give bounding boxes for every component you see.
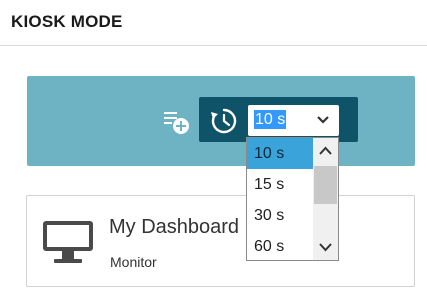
- interval-option-15s[interactable]: 15 s: [247, 169, 313, 200]
- page-title: KIOSK MODE: [11, 12, 123, 31]
- dashboard-subtitle: Monitor: [110, 254, 157, 270]
- scroll-down-button[interactable]: [313, 235, 338, 260]
- interval-select[interactable]: 10 s: [248, 105, 339, 136]
- chevron-up-icon: [319, 146, 332, 155]
- clock-icon: [210, 107, 238, 135]
- interval-dropdown-list: 10 s 15 s 30 s 60 s: [246, 137, 339, 261]
- chevron-down-icon: [317, 116, 329, 124]
- interval-option-10s[interactable]: 10 s: [247, 138, 313, 169]
- header-divider: [0, 45, 427, 46]
- scroll-up-button[interactable]: [313, 138, 338, 164]
- scroll-thumb[interactable]: [314, 166, 337, 204]
- add-to-list-icon: [164, 112, 189, 134]
- interval-option-30s[interactable]: 30 s: [247, 200, 313, 231]
- dropdown-scrollbar[interactable]: [313, 138, 338, 260]
- monitor-icon: [42, 220, 94, 266]
- dashboard-title: My Dashboard: [109, 216, 240, 238]
- interval-select-value: 10 s: [254, 110, 287, 129]
- chevron-down-icon: [319, 243, 332, 252]
- interval-option-60s[interactable]: 60 s: [247, 231, 313, 262]
- add-to-list-button[interactable]: [163, 110, 191, 136]
